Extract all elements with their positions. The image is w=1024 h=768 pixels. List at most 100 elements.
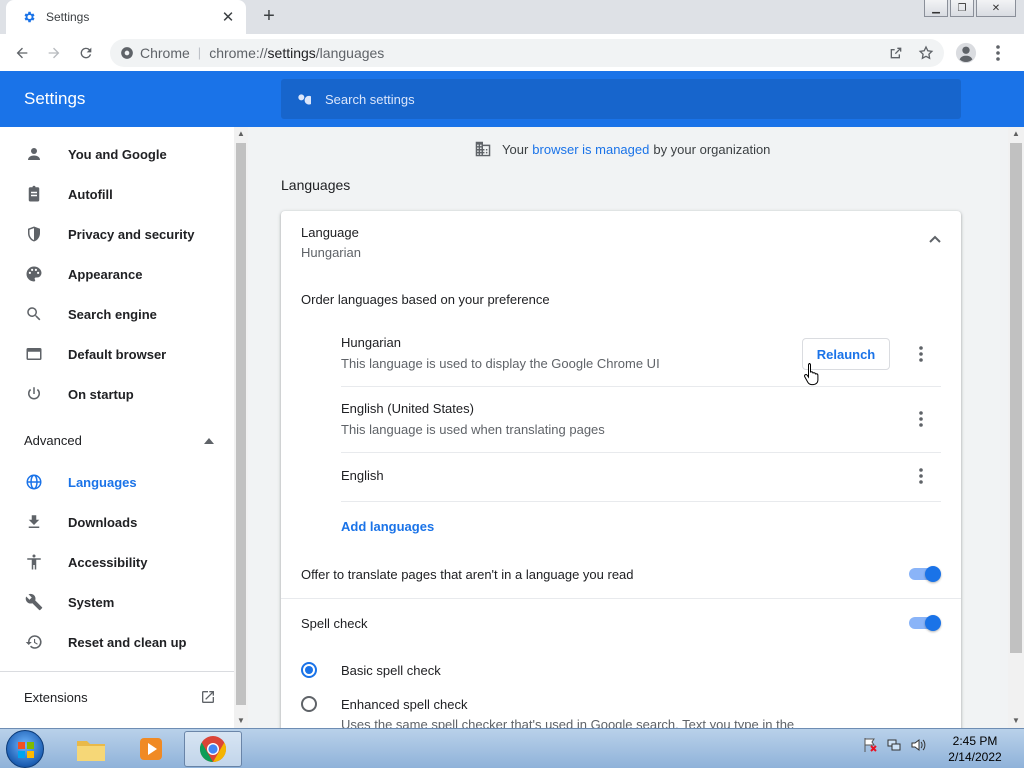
browser-menu-button[interactable] xyxy=(984,39,1012,67)
settings-title: Settings xyxy=(24,89,86,108)
scroll-up-arrow-icon[interactable]: ▲ xyxy=(1008,127,1024,141)
more-vert-icon[interactable] xyxy=(913,344,929,364)
caret-up-icon xyxy=(204,437,214,444)
spell-check-row: Spell check xyxy=(301,615,941,631)
scroll-down-arrow-icon[interactable]: ▼ xyxy=(234,714,248,728)
language-row-english: English xyxy=(341,468,941,502)
sidebar-item-accessibility[interactable]: Accessibility xyxy=(0,542,234,582)
windows-logo-icon xyxy=(18,742,34,758)
taskbar-explorer[interactable] xyxy=(62,731,120,767)
reload-icon xyxy=(80,47,92,58)
sidebar-item-default-browser[interactable]: Default browser xyxy=(0,334,234,374)
sidebar-item-you-and-google[interactable]: You and Google xyxy=(0,134,234,174)
window-close-button[interactable]: ✕ xyxy=(976,0,1016,17)
url-scheme: chrome:// xyxy=(209,44,268,61)
sidebar-item-label: Appearance xyxy=(68,266,143,282)
start-button[interactable] xyxy=(6,730,44,768)
basic-spell-check-option[interactable]: Basic spell check xyxy=(301,662,441,678)
scroll-up-arrow-icon[interactable]: ▲ xyxy=(234,127,248,141)
managed-notice: Your browser is managed by your organiza… xyxy=(474,141,770,157)
offer-translate-toggle[interactable] xyxy=(909,566,941,582)
language-label: Language xyxy=(301,225,359,240)
power-icon xyxy=(24,384,44,404)
share-icon[interactable] xyxy=(888,45,904,61)
sidebar-scrollbar[interactable]: ▲ ▼ xyxy=(234,127,248,728)
search-icon xyxy=(24,304,44,324)
managed-link[interactable]: browser is managed xyxy=(532,142,649,157)
more-vert-icon[interactable] xyxy=(913,466,929,486)
managed-prefix: Your xyxy=(502,141,529,157)
action-center-flag-icon[interactable] xyxy=(862,737,878,753)
advanced-toggle[interactable]: Advanced xyxy=(24,433,214,448)
bookmark-star-icon[interactable] xyxy=(918,44,934,61)
spell-check-label: Spell check xyxy=(301,615,368,631)
language-header-row[interactable]: Language Hungarian xyxy=(301,225,941,260)
tab-strip: Settings ✕ + ▁ ❐ ✕ xyxy=(0,0,1024,34)
radio-enhanced-spell-check[interactable] xyxy=(301,696,317,712)
sidebar-item-privacy[interactable]: Privacy and security xyxy=(0,214,234,254)
main-scrollbar[interactable]: ▲ ▼ xyxy=(1008,127,1024,728)
sidebar-item-appearance[interactable]: Appearance xyxy=(0,254,234,294)
forward-button[interactable] xyxy=(40,39,68,67)
sidebar-item-on-startup[interactable]: On startup xyxy=(0,374,234,414)
building-icon xyxy=(475,141,491,157)
sidebar-item-downloads[interactable]: Downloads xyxy=(0,502,234,542)
language-row-english-us: English (United States) This language is… xyxy=(341,401,941,453)
more-vert-icon[interactable] xyxy=(913,409,929,429)
enhanced-spell-label: Enhanced spell check xyxy=(341,696,468,712)
languages-card: Language Hungarian Order languages based… xyxy=(281,211,961,728)
profile-button[interactable] xyxy=(952,39,980,67)
settings-main: Your browser is managed by your organiza… xyxy=(248,127,1008,728)
scroll-down-arrow-icon[interactable]: ▼ xyxy=(1008,714,1024,728)
sidebar-item-label: Autofill xyxy=(68,186,113,202)
taskbar-clock[interactable]: 2:45 PM 2/14/2022 xyxy=(940,733,1010,765)
address-bar[interactable]: Chrome | chrome://settings/languages xyxy=(110,38,944,67)
sidebar-item-system[interactable]: System xyxy=(0,582,234,622)
arrow-right-icon xyxy=(48,47,60,58)
reload-button[interactable] xyxy=(72,39,100,67)
download-icon xyxy=(24,512,44,532)
sidebar-item-search-engine[interactable]: Search engine xyxy=(0,294,234,334)
chrome-logo-icon xyxy=(199,736,227,763)
gear-icon xyxy=(22,10,36,24)
clock-time: 2:45 PM xyxy=(952,734,998,748)
add-languages-button[interactable]: Add languages xyxy=(341,519,434,534)
taskbar-media-player[interactable] xyxy=(122,731,180,767)
sidebar-item-label: Downloads xyxy=(68,514,138,530)
search-input[interactable] xyxy=(325,91,925,107)
globe-icon xyxy=(24,472,44,492)
sidebar-item-extensions[interactable]: Extensions xyxy=(24,689,216,705)
palette-icon xyxy=(24,264,44,284)
search-settings-box[interactable] xyxy=(281,79,961,119)
url-text[interactable]: chrome://settings/languages xyxy=(209,45,888,61)
sidebar-item-reset[interactable]: Reset and clean up xyxy=(0,622,234,662)
hand-cursor-icon xyxy=(804,363,819,386)
taskbar-chrome[interactable] xyxy=(184,731,242,767)
managed-suffix: by your organization xyxy=(653,141,771,157)
enhanced-spell-check-option[interactable]: Enhanced spell check xyxy=(301,696,467,712)
close-icon[interactable]: ✕ xyxy=(220,8,236,26)
language-value: Hungarian xyxy=(301,245,361,260)
chevron-up-icon[interactable] xyxy=(929,235,941,243)
browser-window-icon xyxy=(24,344,44,364)
enhanced-spell-desc: Uses the same spell checker that's used … xyxy=(341,717,795,728)
sidebar-item-languages[interactable]: Languages xyxy=(0,462,234,502)
clipboard-icon xyxy=(24,184,44,204)
tab-settings[interactable]: Settings ✕ xyxy=(6,0,246,34)
network-icon[interactable] xyxy=(886,737,902,753)
main-scroll-thumb[interactable] xyxy=(1010,143,1022,653)
radio-basic-spell-check[interactable] xyxy=(301,662,317,678)
sidebar-item-autofill[interactable]: Autofill xyxy=(0,174,234,214)
spell-check-toggle[interactable] xyxy=(909,615,941,631)
extensions-label: Extensions xyxy=(24,689,88,705)
chrome-logo-icon xyxy=(121,46,133,59)
browser-toolbar: Chrome | chrome://settings/languages xyxy=(0,34,1024,71)
sidebar-item-label: System xyxy=(68,594,115,610)
sidebar-scroll-thumb[interactable] xyxy=(236,143,246,705)
minimize-button[interactable]: ▁ xyxy=(924,0,948,17)
back-button[interactable] xyxy=(8,39,36,67)
restore-button[interactable]: ❐ xyxy=(950,0,974,17)
accessibility-icon xyxy=(24,552,44,572)
volume-icon[interactable] xyxy=(910,737,926,753)
new-tab-button[interactable]: + xyxy=(258,6,280,28)
